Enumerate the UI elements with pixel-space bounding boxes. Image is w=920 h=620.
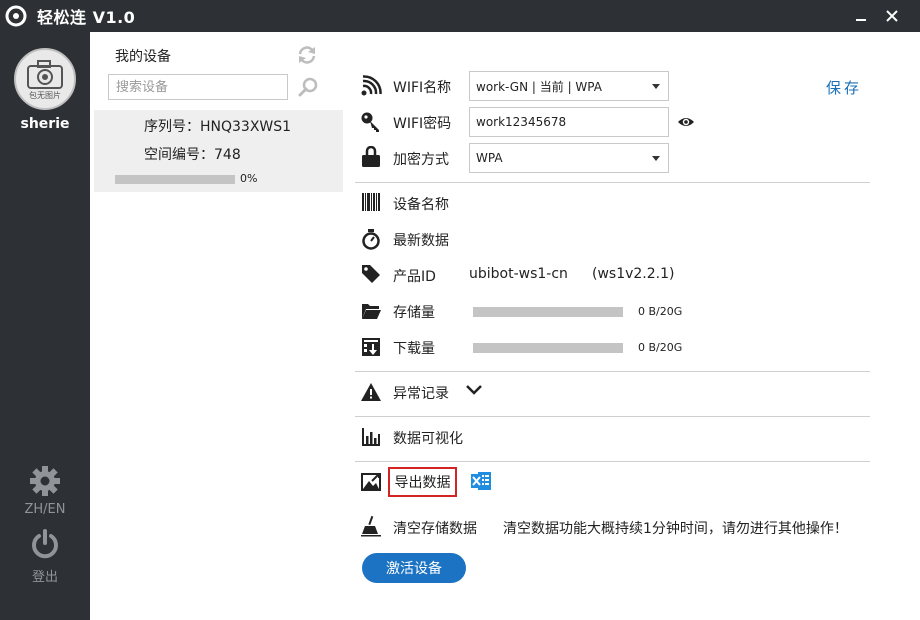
close-icon[interactable]	[880, 4, 904, 28]
clear-storage-button[interactable]: 清空存储数据	[393, 518, 477, 538]
language-toggle[interactable]: ZH/EN	[0, 502, 90, 517]
encryption-value: WPA	[476, 151, 503, 165]
download-bar	[473, 343, 623, 353]
device-progress-bar	[115, 175, 235, 184]
export-icon	[361, 473, 381, 491]
broom-icon	[361, 515, 381, 537]
device-progress-label: 0%	[240, 172, 258, 185]
username: sherie	[20, 116, 70, 132]
left-nav: 包无图片 sherie ZH/EN 登出	[0, 32, 90, 620]
eye-icon[interactable]	[677, 115, 695, 129]
avatar[interactable]: 包无图片	[14, 48, 76, 110]
bar-chart-icon	[362, 428, 380, 446]
activate-device-label: 激活设备	[386, 561, 442, 577]
device-space-id: 空间编号：748	[144, 147, 241, 163]
divider	[355, 461, 870, 462]
app-title: 轻松连 V1.0	[37, 8, 136, 27]
gear-icon[interactable]	[28, 464, 62, 498]
wifi-password-input[interactable]	[469, 107, 669, 137]
device-serial: 序列号：HNQ33XWS1	[144, 119, 292, 135]
product-id-label: 产品ID	[393, 269, 436, 285]
device-panel-title: 我的设备	[115, 49, 171, 65]
export-data-label: 导出数据	[394, 475, 451, 491]
title-bar: 轻松连 V1.0	[0, 0, 920, 32]
wifi-password-label: WIFI密码	[393, 116, 452, 132]
lock-icon	[362, 146, 380, 167]
storage-label: 存储量	[393, 305, 435, 321]
save-button[interactable]: 保存	[826, 77, 862, 98]
divider	[355, 416, 870, 417]
visualization-label[interactable]: 数据可视化	[393, 428, 463, 448]
storage-value: 0 B/20G	[638, 305, 683, 318]
wifi-name-label: WIFI名称	[393, 80, 452, 96]
wifi-name-value: work-GN | 当前 | WPA	[476, 79, 602, 94]
avatar-caption: 包无图片	[29, 91, 61, 100]
anomaly-label[interactable]: 异常记录	[393, 383, 449, 403]
clear-storage-warning: 清空数据功能大概持续1分钟时间，请勿进行其他操作！	[503, 521, 848, 537]
excel-icon[interactable]	[469, 469, 493, 493]
device-list-item[interactable]: 序列号：HNQ33XWS1 空间编号：748 0%	[94, 110, 343, 192]
wifi-icon	[361, 75, 382, 96]
tag-icon	[362, 265, 380, 283]
warning-icon	[361, 383, 381, 401]
download-label: 下载量	[393, 341, 435, 357]
minimize-icon[interactable]	[849, 4, 873, 28]
export-data-button[interactable]: 导出数据	[388, 467, 457, 497]
device-panel: 我的设备 序列号：HNQ33XWS1 空间编号：748 0%	[90, 32, 345, 620]
storage-bar	[473, 307, 623, 317]
chevron-down-icon	[652, 156, 660, 161]
power-icon[interactable]	[29, 528, 61, 560]
activate-device-button[interactable]: 激活设备	[362, 553, 466, 583]
chevron-down-icon	[652, 84, 660, 89]
main-panel: WIFI名称 work-GN | 当前 | WPA 保存 WIFI密码 加密方式…	[345, 32, 920, 620]
barcode-icon	[362, 193, 380, 211]
device-name-label: 设备名称	[393, 197, 449, 213]
wifi-name-select[interactable]: work-GN | 当前 | WPA	[469, 71, 669, 101]
app-logo-icon	[5, 5, 27, 27]
logout-button[interactable]: 登出	[0, 566, 90, 585]
divider	[355, 182, 870, 183]
search-input[interactable]	[108, 74, 288, 100]
encryption-select[interactable]: WPA	[469, 143, 669, 173]
folder-icon	[362, 304, 381, 319]
firmware-version: (ws1v2.2.1)	[592, 266, 675, 282]
encryption-label: 加密方式	[393, 152, 449, 168]
stopwatch-icon	[362, 229, 380, 250]
latest-data-label: 最新数据	[393, 233, 449, 249]
chevron-down-icon[interactable]	[465, 384, 483, 396]
search-icon[interactable]	[297, 76, 319, 98]
divider	[355, 371, 870, 372]
download-value: 0 B/20G	[638, 341, 683, 354]
key-icon	[361, 112, 379, 132]
download-icon	[362, 338, 380, 356]
refresh-icon[interactable]	[296, 44, 318, 66]
product-id-value: ubibot-ws1-cn	[469, 266, 568, 282]
